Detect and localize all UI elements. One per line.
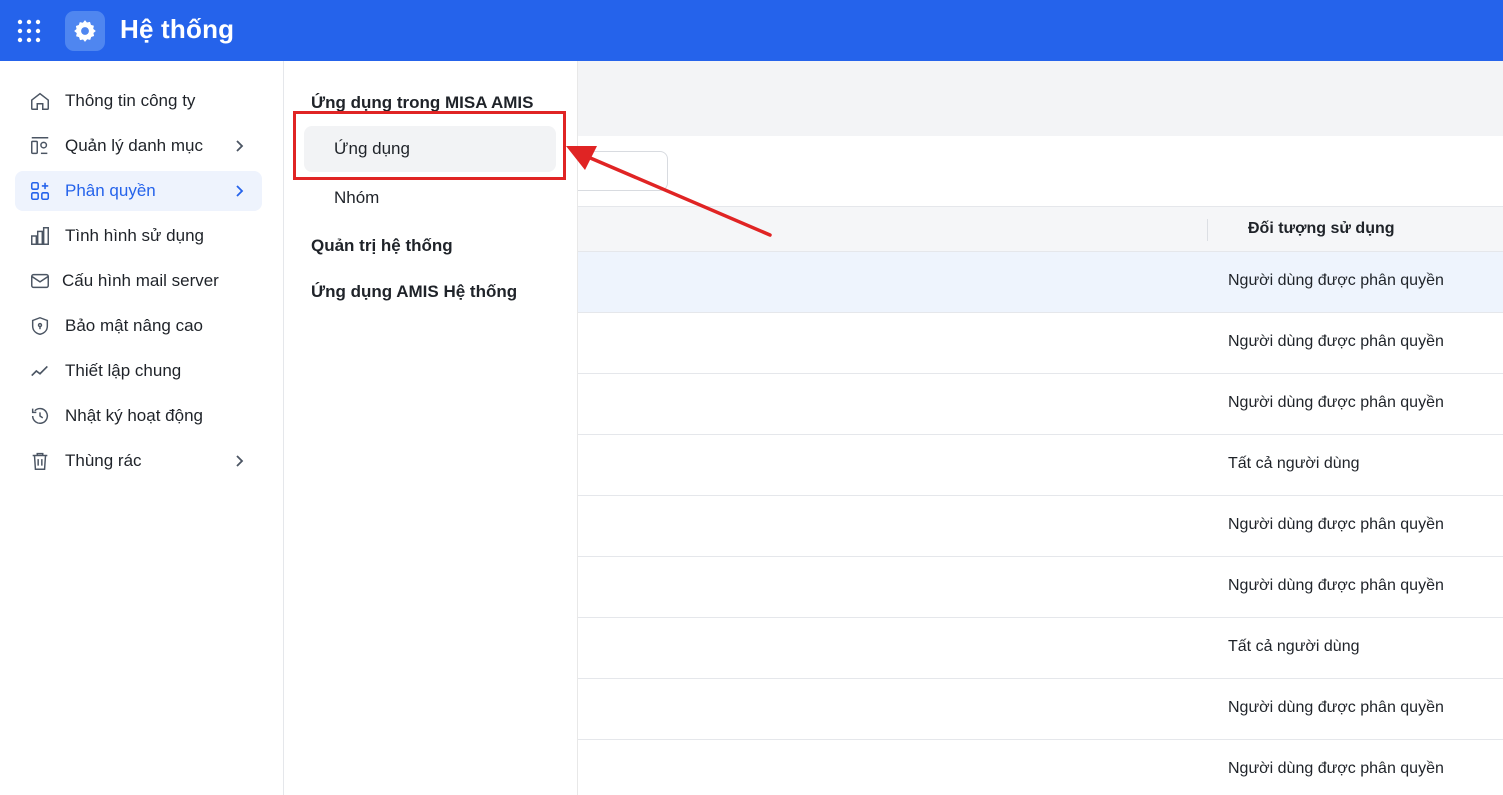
- bar-chart-icon: [29, 225, 51, 247]
- table-row[interactable]: Tất cả người dùng: [578, 618, 1503, 679]
- target-users-cell: Người dùng được phân quyền: [1228, 699, 1444, 716]
- sidebar-item-advanced-security[interactable]: Bảo mật nâng cao: [15, 306, 262, 346]
- mail-icon: [29, 270, 51, 292]
- sidebar-item-label: Quản lý danh mục: [65, 136, 203, 155]
- table-row[interactable]: Người dùng được phân quyền: [578, 374, 1503, 435]
- submenu-item-groups[interactable]: Nhóm: [304, 175, 556, 221]
- sidebar-item-label: Cấu hình mail server: [62, 271, 219, 290]
- table-row[interactable]: Người dùng được phân quyền: [578, 313, 1503, 374]
- submenu-group-misa-amis-apps[interactable]: Ứng dụng trong MISA AMIS: [311, 93, 533, 113]
- sidebar-item-company-info[interactable]: Thông tin công ty: [15, 81, 262, 121]
- target-users-cell: Người dùng được phân quyền: [1228, 333, 1444, 350]
- table-row[interactable]: Người dùng được phân quyền: [578, 496, 1503, 557]
- submenu-group-system-admin[interactable]: Quản trị hệ thống: [311, 236, 453, 256]
- gear-icon: [65, 11, 105, 51]
- sidebar-item-label: Thiết lập chung: [65, 361, 182, 380]
- content-toolbar-band: [578, 61, 1503, 136]
- chevron-right-icon: [231, 183, 247, 199]
- sidebar-item-permissions[interactable]: Phân quyền: [15, 171, 262, 211]
- target-users-cell: Người dùng được phân quyền: [1228, 577, 1444, 594]
- sidebar-item-label: Thông tin công ty: [65, 91, 196, 110]
- table-row[interactable]: Người dùng được phân quyền: [578, 252, 1503, 313]
- target-users-cell: Tất cả người dùng: [1228, 638, 1360, 655]
- highlight-box: [293, 111, 566, 180]
- sidebar-item-trash[interactable]: Thùng rác: [15, 441, 262, 481]
- grid-dots-icon[interactable]: [16, 18, 42, 44]
- sidebar-item-label: Nhật ký hoạt động: [65, 406, 203, 425]
- sidebar-item-category-management[interactable]: Quản lý danh mục: [15, 126, 262, 166]
- target-users-cell: Người dùng được phân quyền: [1228, 394, 1444, 411]
- sidebar-item-usage-status[interactable]: Tình hình sử dụng: [15, 216, 262, 256]
- permission-grid-icon: [29, 180, 51, 202]
- category-icon: [29, 135, 51, 157]
- sidebar-item-activity-log[interactable]: Nhật ký hoạt động: [15, 396, 262, 436]
- main-content: Đối tượng sử dụng Người dùng được phân q…: [568, 61, 1503, 795]
- target-users-cell: Người dùng được phân quyền: [1228, 516, 1444, 533]
- sidebar-item-mail-server[interactable]: Cấu hình mail server: [15, 261, 262, 301]
- page-title: Hệ thống: [120, 14, 235, 44]
- trash-icon: [29, 450, 51, 472]
- sidebar-item-label: Tình hình sử dụng: [65, 226, 204, 245]
- chevron-right-icon: [231, 453, 247, 469]
- sidebar: Thông tin công ty Quản lý danh mục Phân …: [0, 61, 284, 795]
- target-users-cell: Người dùng được phân quyền: [1228, 272, 1444, 289]
- submenu-group-amis-system-apps[interactable]: Ứng dụng AMIS Hệ thống: [311, 282, 517, 302]
- column-header-target-users[interactable]: Đối tượng sử dụng: [1248, 220, 1395, 238]
- table-header: Đối tượng sử dụng: [578, 206, 1503, 252]
- trend-line-icon: [29, 360, 51, 382]
- app-header: Hệ thống: [0, 0, 1503, 61]
- submenu-item-label: Nhóm: [334, 188, 380, 207]
- sidebar-item-label: Bảo mật nâng cao: [65, 316, 203, 335]
- sidebar-item-label: Thùng rác: [65, 451, 142, 470]
- column-divider: [1207, 219, 1208, 241]
- search-input[interactable]: [568, 151, 668, 191]
- target-users-cell: Người dùng được phân quyền: [1228, 760, 1444, 777]
- target-users-cell: Tất cả người dùng: [1228, 455, 1360, 472]
- sidebar-item-general-settings[interactable]: Thiết lập chung: [15, 351, 262, 391]
- table-row[interactable]: Tất cả người dùng: [578, 435, 1503, 496]
- history-icon: [29, 405, 51, 427]
- chevron-right-icon: [231, 138, 247, 154]
- table-row[interactable]: Người dùng được phân quyền: [578, 740, 1503, 795]
- table-row[interactable]: Người dùng được phân quyền: [578, 679, 1503, 740]
- shield-icon: [29, 315, 51, 337]
- sidebar-item-label: Phân quyền: [65, 181, 156, 200]
- table-row[interactable]: Người dùng được phân quyền: [578, 557, 1503, 618]
- home-icon: [29, 90, 51, 112]
